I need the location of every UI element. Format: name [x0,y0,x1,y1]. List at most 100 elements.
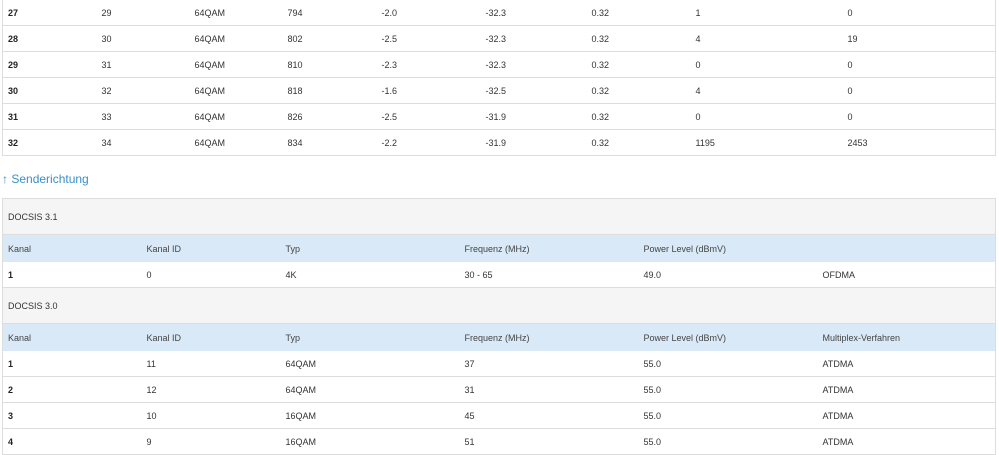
cell-typ: 64QAM [280,351,460,377]
header-multiplex-verfahren [817,234,996,262]
cell-kanal-id: 30 [96,25,190,52]
header-kanal: Kanal [2,323,142,351]
cell-latenz: 0.32 [586,77,691,104]
header-typ: Typ [280,234,460,262]
cell-kanal: 29 [2,51,97,78]
cell-latenz: 0.32 [586,25,691,52]
cell-power-level: 49.0 [638,262,818,288]
cell-latenz: 0.32 [586,129,691,156]
cell-kanal-id: 11 [141,351,281,377]
table-row: 32 34 64QAM 834 -2.2 -31.9 0.32 1195 2453 [2,129,996,156]
table-row: 1 0 4K 30 - 65 49.0 OFDMA [2,262,996,288]
cell-latenz: 0.32 [586,103,691,130]
table-row: 27 29 64QAM 794 -2.0 -32.3 0.32 1 0 [2,0,996,26]
cell-mse: -32.3 [480,25,587,52]
header-kanal-id: Kanal ID [141,323,281,351]
table-row: 31 33 64QAM 826 -2.5 -31.9 0.32 0 0 [2,103,996,130]
cell-kanal: 27 [2,0,97,26]
cell-frequenz: 31 [459,376,639,403]
cell-typ: 16QAM [280,428,460,455]
table-row: 30 32 64QAM 818 -1.6 -32.5 0.32 4 0 [2,77,996,104]
cell-kanal-id: 29 [96,0,190,26]
cell-kanal: 1 [2,262,142,288]
cell-typ: 64QAM [189,25,283,52]
cell-multiplex-verfahren: ATDMA [817,402,996,429]
table-row: 29 31 64QAM 810 -2.3 -32.3 0.32 0 0 [2,51,996,78]
cell-korrigierbare-fehler: 0 [690,51,843,78]
cell-power-level: 55.0 [638,351,818,377]
cell-frequenz: 818 [282,77,377,104]
cell-frequenz: 30 - 65 [459,262,639,288]
cell-frequenz: 810 [282,51,377,78]
cell-frequenz: 834 [282,129,377,156]
cell-frequenz: 37 [459,351,639,377]
cell-mse: -31.9 [480,129,587,156]
header-power-level: Power Level (dBmV) [638,234,818,262]
section-title: DOCSIS 3.1 [2,198,996,235]
cell-nicht-korrigierbare-fehler: 0 [842,77,996,104]
header-multiplex-verfahren: Multiplex-Verfahren [817,323,996,351]
cell-power-level: -1.6 [376,77,481,104]
cell-typ: 64QAM [189,129,283,156]
cell-kanal: 31 [2,103,97,130]
cell-multiplex-verfahren: ATDMA [817,351,996,377]
cell-kanal: 28 [2,25,97,52]
cell-power-level: -2.3 [376,51,481,78]
section-row-docsis30: DOCSIS 3.0 [2,287,996,324]
cell-typ: 16QAM [280,402,460,429]
arrow-up-icon: ↑ [2,172,8,186]
cell-mse: -32.3 [480,0,587,26]
cell-korrigierbare-fehler: 4 [690,77,843,104]
cell-power-level: -2.5 [376,103,481,130]
cell-korrigierbare-fehler: 4 [690,25,843,52]
cell-kanal-id: 9 [141,428,281,455]
cell-frequenz: 802 [282,25,377,52]
cell-korrigierbare-fehler: 1195 [690,129,843,156]
cell-typ: 4K [280,262,460,288]
cell-nicht-korrigierbare-fehler: 0 [842,51,996,78]
cell-typ: 64QAM [189,103,283,130]
cell-power-level: -2.0 [376,0,481,26]
cell-mse: -32.5 [480,77,587,104]
cell-frequenz: 45 [459,402,639,429]
cell-kanal-id: 10 [141,402,281,429]
header-kanal-id: Kanal ID [141,234,281,262]
cell-kanal: 3 [2,402,142,429]
header-power-level: Power Level (dBmV) [638,323,818,351]
cell-power-level: -2.2 [376,129,481,156]
downstream-table: 27 29 64QAM 794 -2.0 -32.3 0.32 1 0 28 30 64QAM 802-… [2,0,996,156]
section-title: DOCSIS 3.0 [2,287,996,324]
cell-kanal-id: 12 [141,376,281,403]
cell-kanal: 32 [2,129,97,156]
header-typ: Typ [280,323,460,351]
table-row: 1 11 64QAM 37 55.0 ATDMA [2,351,996,377]
cell-kanal-id: 34 [96,129,190,156]
cell-korrigierbare-fehler: 1 [690,0,843,26]
cell-power-level: 55.0 [638,402,818,429]
table-row: 2 12 64QAM 31 55.0 ATDMA [2,376,996,403]
cell-multiplex-verfahren: ATDMA [817,376,996,403]
cell-kanal: 30 [2,77,97,104]
cell-typ: 64QAM [280,376,460,403]
cell-power-level: -2.5 [376,25,481,52]
cell-kanal-id: 0 [141,262,281,288]
senderichtung-link[interactable]: ↑ Senderichtung [2,172,89,186]
cell-kanal-id: 31 [96,51,190,78]
cell-frequenz: 794 [282,0,377,26]
cell-typ: 64QAM [189,0,283,26]
cell-kanal: 2 [2,376,142,403]
cell-nicht-korrigierbare-fehler: 0 [842,103,996,130]
cell-korrigierbare-fehler: 0 [690,103,843,130]
cell-frequenz: 826 [282,103,377,130]
cell-typ: 64QAM [189,77,283,104]
cell-power-level: 55.0 [638,428,818,455]
cell-multiplex-verfahren: OFDMA [817,262,996,288]
header-frequenz: Frequenz (MHz) [459,323,639,351]
cell-latenz: 0.32 [586,0,691,26]
cell-mse: -32.3 [480,51,587,78]
section-row-docsis31: DOCSIS 3.1 [2,198,996,235]
header-row: Kanal Kanal ID Typ Frequenz (MHz) Power Leve… [2,323,996,351]
cell-kanal-id: 33 [96,103,190,130]
cell-kanal: 4 [2,428,142,455]
header-frequenz: Frequenz (MHz) [459,234,639,262]
